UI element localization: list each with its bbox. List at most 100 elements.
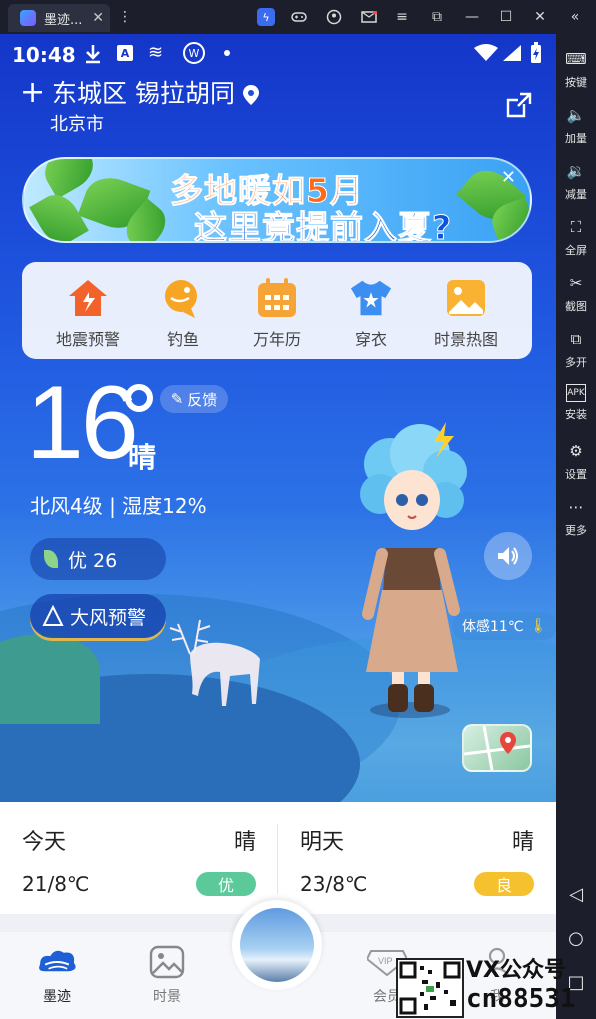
image-icon xyxy=(145,944,189,980)
aqi-pill[interactable]: 优 26 xyxy=(30,538,166,580)
multi-window-icon: ⧉ xyxy=(570,330,582,348)
tool-calendar[interactable]: 万年历 xyxy=(237,276,317,352)
current-temperature: 16 xyxy=(26,365,139,481)
scissors-icon: ✂ xyxy=(569,274,583,292)
android-back-icon[interactable]: ◁ xyxy=(556,879,596,909)
banner-subheadline: 这里竟提前入夏? xyxy=(193,208,453,243)
tools-panel: 地震预警 钓鱼 万年历 穿衣 时景热图 xyxy=(22,262,532,359)
tool-fishing[interactable]: 钓鱼 xyxy=(143,276,223,352)
degree-symbol xyxy=(125,384,153,412)
forecast-weather: 晴 xyxy=(233,830,256,855)
watermark-line2: cn88531 xyxy=(466,984,576,1014)
weather-character-illustration xyxy=(360,422,467,718)
sidebar-label: 设置 xyxy=(565,468,587,481)
maximize-icon[interactable]: ☐ xyxy=(497,8,515,26)
share-icon[interactable] xyxy=(504,90,534,120)
sidebar-item-multi[interactable]: ⧉ 多开 xyxy=(556,328,596,382)
menu-icon[interactable]: ≡ xyxy=(393,8,411,26)
scene-thumbnail xyxy=(240,908,314,982)
sidebar-item-screenshot[interactable]: ✂ 截图 xyxy=(556,272,596,326)
user-circle-icon[interactable] xyxy=(325,8,343,26)
moji-cloud-icon xyxy=(35,944,79,980)
center-scene-button[interactable] xyxy=(232,900,322,990)
map-icon xyxy=(463,725,531,771)
gear-icon: ⚙ xyxy=(569,442,583,460)
close-window-icon[interactable]: ✕ xyxy=(531,8,549,26)
gamepad-icon[interactable] xyxy=(290,8,308,26)
sidebar-item-install[interactable]: APK 安装 xyxy=(556,384,596,438)
forecast-range: 21/8℃ xyxy=(22,872,90,896)
notification-dot-icon xyxy=(224,50,230,56)
nav-label: 墨迹 xyxy=(43,989,71,1005)
sidebar-item-volume-up[interactable]: 🔈 加量 xyxy=(556,104,596,158)
download-icon xyxy=(86,45,100,64)
wifi-icon xyxy=(474,44,498,61)
add-city-icon[interactable]: + xyxy=(20,78,45,108)
sidebar-label: 按键 xyxy=(565,76,587,89)
nav-item-scenes[interactable]: 时景 xyxy=(132,944,202,1006)
forecast-day: 今天 xyxy=(22,830,67,855)
forecast-aqi-badge: 良 xyxy=(474,872,534,896)
location-pin-icon xyxy=(243,85,259,105)
tab-close-icon[interactable]: ✕ xyxy=(92,10,104,26)
emulator-window: { "emulator": { "tab_title": "墨迹...", "t… xyxy=(0,0,596,1019)
tool-label: 地震预警 xyxy=(55,330,120,349)
app-tab[interactable]: 墨迹... ✕ xyxy=(8,4,110,32)
emulator-sidebar: ⌨ 按键 🔈 加量 🔉 减量 ⛶ 全屏 ✂ 截图 ⧉ 多开 APK 安装 ⚙ 设… xyxy=(556,34,596,1019)
keyboard-icon: ⌨ xyxy=(565,50,587,68)
warning-flag-icon xyxy=(42,605,64,626)
sidebar-item-settings[interactable]: ⚙ 设置 xyxy=(556,440,596,494)
signal-icon xyxy=(503,45,521,61)
photo-icon xyxy=(444,276,488,320)
collapse-sidebar-icon[interactable]: « xyxy=(566,8,584,26)
forecast-card: 今天 晴 21/8℃ 优 明天 晴 23/8℃ 良 xyxy=(0,802,556,914)
apk-icon: APK xyxy=(566,384,586,402)
pencil-icon: ✎ xyxy=(170,390,184,408)
feels-like-value: 体感11℃ xyxy=(462,619,524,635)
sidebar-label: 全屏 xyxy=(565,244,587,257)
voice-broadcast-button[interactable] xyxy=(484,532,532,580)
phone-screen: 10:48 A ≋ W + 东城区 锡拉胡同 北京市 多地暖如5月 这里竟提前入… xyxy=(0,34,556,1019)
mail-icon[interactable] xyxy=(360,8,378,26)
wind-humidity: 北风4级 | 湿度12% xyxy=(30,494,207,518)
forecast-today[interactable]: 今天 晴 21/8℃ 优 xyxy=(0,802,278,914)
tab-title: 墨迹... xyxy=(44,12,82,28)
qr-code xyxy=(396,958,464,1018)
sidebar-item-volume-down[interactable]: 🔉 减量 xyxy=(556,160,596,214)
tool-label: 钓鱼 xyxy=(166,330,199,349)
banner-close-icon[interactable]: ✕ xyxy=(501,167,516,188)
svg-text:VIP: VIP xyxy=(378,956,393,966)
app-logo-icon xyxy=(20,10,36,26)
forecast-tomorrow[interactable]: 明天 晴 23/8℃ 良 xyxy=(278,802,556,914)
android-home-icon[interactable]: ○ xyxy=(556,923,596,953)
sidebar-item-keys[interactable]: ⌨ 按键 xyxy=(556,48,596,102)
sidebar-item-more[interactable]: ⋯ 更多 xyxy=(556,496,596,550)
status-time: 10:48 xyxy=(12,43,76,67)
popout-icon[interactable]: ⧉ xyxy=(428,8,446,26)
feels-like-badge[interactable]: 体感11℃ 🌡 xyxy=(452,612,556,640)
promo-banner[interactable]: 多地暖如5月 这里竟提前入夏? ✕ xyxy=(22,157,532,243)
earthquake-house-icon xyxy=(66,276,110,320)
city-name: 北京市 xyxy=(50,114,104,135)
forecast-day: 明天 xyxy=(300,830,345,855)
wind-warning-pill[interactable]: 大风预警 xyxy=(30,594,166,638)
plant-decor xyxy=(0,634,100,724)
feedback-button[interactable]: ✎ 反馈 xyxy=(160,385,228,413)
sidebar-item-fullscreen[interactable]: ⛶ 全屏 xyxy=(556,216,596,270)
current-condition: 晴 xyxy=(128,441,157,474)
minimize-icon[interactable]: — xyxy=(463,8,481,26)
map-button[interactable] xyxy=(462,724,532,772)
tool-label: 万年历 xyxy=(252,330,301,349)
bird-icon: ≋ xyxy=(148,42,164,63)
status-bar: 10:48 A ≋ W xyxy=(0,34,556,74)
emulator-titlebar: 墨迹... ✕ ⋮ ϟ ≡ ⧉ — ☐ ✕ « xyxy=(0,0,596,34)
tool-photo-heatmap[interactable]: 时景热图 xyxy=(426,276,506,352)
tool-dressing[interactable]: 穿衣 xyxy=(331,276,411,352)
bolt-icon[interactable]: ϟ xyxy=(257,8,275,26)
nav-item-moji[interactable]: 墨迹 xyxy=(22,944,92,1006)
tool-earthquake[interactable]: 地震预警 xyxy=(48,276,128,352)
more-vertical-icon[interactable]: ⋮ xyxy=(116,8,134,26)
district-name[interactable]: 东城区 锡拉胡同 xyxy=(52,78,235,110)
w-badge-icon: W xyxy=(183,42,205,64)
forecast-weather: 晴 xyxy=(511,830,534,855)
